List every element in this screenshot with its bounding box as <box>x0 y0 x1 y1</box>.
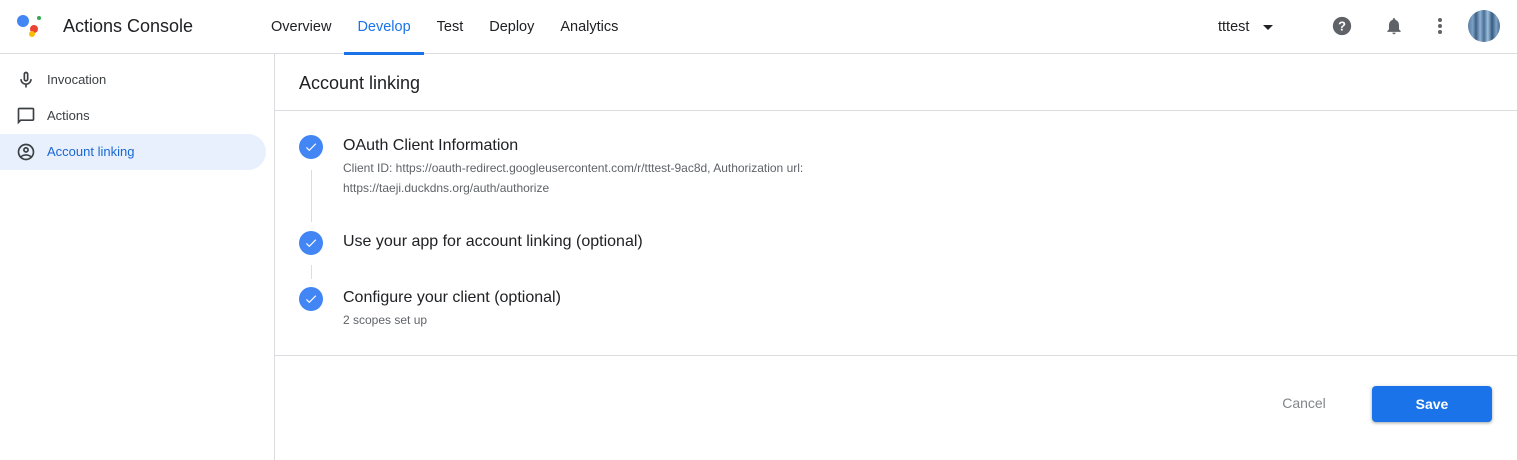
sidebar-item-label: Actions <box>47 108 90 123</box>
mic-icon <box>20 71 32 88</box>
main-content: Account linking OAuth Client Information… <box>275 54 1517 460</box>
tab-develop[interactable]: Develop <box>344 0 424 55</box>
page-title: Account linking <box>299 73 421 93</box>
sidebar-item-account-linking[interactable]: Account linking <box>0 134 266 170</box>
check-circle-icon <box>299 135 323 159</box>
sidebar-item-label: Account linking <box>47 144 135 159</box>
top-app-bar: Actions Console Overview Develop Test De… <box>0 0 1517 55</box>
save-button[interactable]: Save <box>1372 386 1492 422</box>
project-name: tttest <box>1218 19 1250 35</box>
check-circle-icon <box>299 231 323 255</box>
more-vert-icon[interactable] <box>1428 14 1452 38</box>
chat-bubble-icon <box>17 107 35 125</box>
sidebar: Invocation Actions Account linking <box>0 54 275 460</box>
account-circle-icon <box>17 143 35 161</box>
help-icon[interactable]: ? <box>1330 14 1354 38</box>
dropdown-arrow-icon <box>1263 24 1274 30</box>
step-subtitle: Client ID: https://oauth-redirect.google… <box>343 161 804 195</box>
stepper-connector <box>311 265 312 279</box>
svg-text:?: ? <box>1338 19 1346 34</box>
tab-deploy[interactable]: Deploy <box>476 0 547 54</box>
sidebar-item-label: Invocation <box>47 72 107 87</box>
tab-analytics[interactable]: Analytics <box>547 0 631 54</box>
stepper-connector <box>311 170 312 222</box>
google-assistant-logo-icon <box>17 15 41 37</box>
app-title: Actions Console <box>63 16 194 36</box>
project-selector[interactable]: tttest <box>1218 16 1274 38</box>
sidebar-item-actions[interactable]: Actions <box>0 98 266 134</box>
step-title[interactable]: Use your app for account linking (option… <box>343 232 643 252</box>
step-title[interactable]: Configure your client (optional) <box>343 288 561 308</box>
sidebar-item-invocation[interactable]: Invocation <box>0 62 266 98</box>
step-subtitle: 2 scopes set up <box>343 313 428 327</box>
cancel-button[interactable]: Cancel <box>1260 385 1348 421</box>
notifications-icon[interactable] <box>1382 14 1406 38</box>
user-avatar[interactable] <box>1468 10 1500 42</box>
tab-overview[interactable]: Overview <box>258 0 344 54</box>
divider <box>275 110 1517 111</box>
tab-test[interactable]: Test <box>424 0 477 54</box>
main-nav: Overview Develop Test Deploy Analytics <box>258 0 631 55</box>
check-circle-icon <box>299 287 323 311</box>
step-title[interactable]: OAuth Client Information <box>343 136 518 156</box>
divider <box>275 355 1517 356</box>
